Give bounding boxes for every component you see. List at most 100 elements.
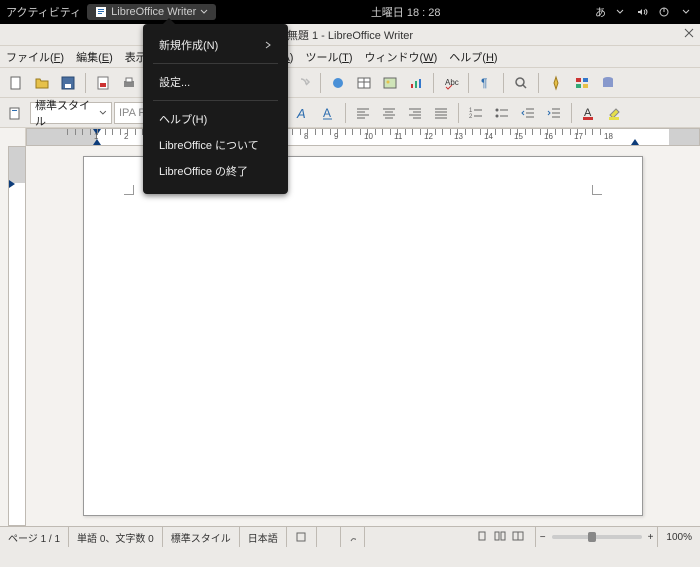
vertical-ruler[interactable] (8, 146, 26, 526)
view-layout-buttons[interactable] (467, 527, 536, 547)
activities-button[interactable]: アクティビティ (6, 4, 81, 20)
zoom-value[interactable]: 100% (658, 527, 700, 547)
workspace (0, 146, 700, 526)
chevron-right-icon (264, 41, 272, 49)
ime-indicator[interactable]: あ (595, 4, 606, 20)
data-sources-button[interactable] (596, 71, 620, 95)
chevron-down-icon (99, 109, 107, 117)
status-selection-mode[interactable] (317, 527, 341, 547)
volume-icon[interactable] (634, 4, 650, 20)
align-left-icon (355, 105, 371, 121)
appmenu-help[interactable]: ヘルプ(H) (143, 106, 288, 132)
ruler-number: 11 (394, 132, 402, 141)
status-language[interactable]: 日本語 (240, 527, 287, 547)
book-view-icon[interactable] (512, 530, 526, 544)
menu-tools[interactable]: ツール(T) (305, 49, 352, 65)
menu-file[interactable]: ファイル(F) (6, 49, 64, 65)
app-menu-label: LibreOffice Writer (111, 6, 196, 18)
power-icon[interactable] (656, 4, 672, 20)
appmenu-quit[interactable]: LibreOffice の終了 (143, 158, 288, 184)
formatting-toolbar: 標準スタイル IPA PGothic 10.5 A A A 12 A (0, 98, 700, 128)
ruler-number: 17 (574, 132, 583, 141)
styles-icon (8, 105, 24, 121)
navigator-button[interactable] (544, 71, 568, 95)
print-button[interactable] (117, 71, 141, 95)
folder-open-icon (34, 75, 50, 91)
document-area[interactable] (26, 146, 700, 526)
menu-separator (153, 63, 278, 64)
menu-edit[interactable]: 編集(E) (76, 49, 113, 65)
open-button[interactable] (30, 71, 54, 95)
numbered-list-button[interactable]: 12 (464, 101, 488, 125)
align-justify-button[interactable] (429, 101, 453, 125)
appmenu-settings[interactable]: 設定... (143, 69, 288, 95)
clock[interactable]: 土曜日 18 : 28 (216, 4, 595, 20)
statusbar: ページ 1 / 1 単語 0、文字数 0 標準スタイル 日本語 − + 100% (0, 526, 700, 547)
zoom-in-button[interactable]: + (648, 532, 654, 543)
svg-text:¶: ¶ (481, 76, 487, 90)
appmenu-about[interactable]: LibreOffice について (143, 132, 288, 158)
save-button[interactable] (56, 71, 80, 95)
align-justify-icon (433, 105, 449, 121)
ruler-number: 16 (544, 132, 553, 141)
menu-window[interactable]: ウィンドウ(W) (365, 49, 438, 65)
highlight-color-button[interactable] (603, 101, 627, 125)
nonprinting-chars-button[interactable]: ¶ (474, 71, 498, 95)
ruler-area: 123456789101112131415161718 (0, 128, 700, 146)
appmenu-settings-label: 設定... (159, 74, 190, 90)
status-wordcount[interactable]: 単語 0、文字数 0 (69, 527, 163, 547)
appmenu-new-label: 新規作成(N) (159, 37, 218, 53)
pdf-icon (95, 75, 111, 91)
window-title: 無題 1 - LibreOffice Writer (287, 27, 413, 43)
toolbar-separator (320, 73, 321, 93)
appmenu-about-label: LibreOffice について (159, 137, 259, 153)
paragraph-style-combo[interactable]: 標準スタイル (30, 102, 112, 124)
decrease-indent-button[interactable] (516, 101, 540, 125)
status-page[interactable]: ページ 1 / 1 (0, 527, 69, 547)
appmenu-help-label: ヘルプ(H) (159, 111, 207, 127)
toolbar-separator (85, 73, 86, 93)
indent-icon (546, 105, 562, 121)
menubar: ファイル(F) 編集(E) 表示(V) 挿入(I) 書式(O) 表(A) ツール… (0, 46, 700, 68)
menu-separator (153, 100, 278, 101)
gallery-button[interactable] (570, 71, 594, 95)
app-menu-button[interactable]: LibreOffice Writer (87, 4, 216, 20)
multi-page-icon[interactable] (494, 530, 508, 544)
zoom-slider[interactable] (552, 535, 642, 539)
align-center-icon (381, 105, 397, 121)
font-color-button[interactable]: A (577, 101, 601, 125)
new-doc-button[interactable] (4, 71, 28, 95)
page[interactable] (83, 156, 643, 516)
zoom-controls: − + (536, 527, 659, 547)
redo-button[interactable] (291, 71, 315, 95)
bullet-list-button[interactable] (490, 101, 514, 125)
increase-indent-button[interactable] (542, 101, 566, 125)
zoom-out-button[interactable]: − (540, 532, 546, 543)
find-button[interactable] (509, 71, 533, 95)
status-style[interactable]: 標準スタイル (163, 527, 240, 547)
hyperlink-button[interactable] (326, 71, 350, 95)
window-close-button[interactable] (684, 28, 694, 38)
spellcheck-icon: Abc (443, 75, 459, 91)
export-pdf-button[interactable] (91, 71, 115, 95)
appmenu-new[interactable]: 新規作成(N) (143, 32, 288, 58)
spellcheck-button[interactable]: Abc (439, 71, 463, 95)
underline-button[interactable]: A (316, 101, 340, 125)
chevron-down-icon (678, 4, 694, 20)
zoom-slider-knob[interactable] (588, 532, 596, 542)
menu-help[interactable]: ヘルプ(H) (449, 49, 497, 65)
insert-chart-button[interactable] (404, 71, 428, 95)
styles-button[interactable] (4, 101, 28, 125)
svg-text:2: 2 (469, 114, 473, 120)
horizontal-ruler[interactable]: 123456789101112131415161718 (26, 128, 700, 146)
align-center-button[interactable] (377, 101, 401, 125)
italic-button[interactable]: A (290, 101, 314, 125)
status-insert-mode[interactable] (287, 527, 317, 547)
align-right-button[interactable] (403, 101, 427, 125)
insert-table-button[interactable] (352, 71, 376, 95)
single-page-icon[interactable] (476, 530, 490, 544)
insert-image-button[interactable] (378, 71, 402, 95)
status-signature[interactable] (341, 527, 365, 547)
align-left-button[interactable] (351, 101, 375, 125)
search-icon (513, 75, 529, 91)
